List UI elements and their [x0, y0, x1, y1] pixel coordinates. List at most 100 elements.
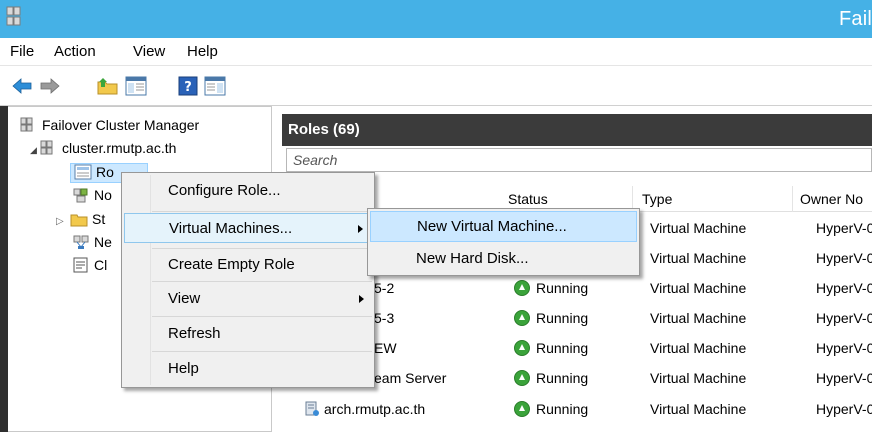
row-status: Running [514, 370, 588, 386]
cluster-app-icon[interactable] [6, 6, 28, 28]
row-name: 5-2 [374, 280, 395, 296]
roles-icon [74, 164, 92, 180]
menu-new-hard-disk[interactable]: New Hard Disk... [370, 244, 637, 274]
tree-cluster-label: cluster.rmutp.ac.th [62, 140, 177, 156]
row-type: Virtual Machine [650, 340, 747, 356]
column-separator[interactable] [792, 186, 793, 212]
menu-separator [152, 351, 372, 352]
menu-help-label: Help [168, 360, 199, 377]
row-status: Running [514, 310, 588, 326]
tree-node-cluster[interactable]: ◢ cluster.rmutp.ac.th [30, 140, 176, 156]
row-name: EW [374, 340, 397, 356]
row-type: Virtual Machine [650, 401, 747, 417]
tree-roles-label: Ro [96, 164, 114, 180]
window-left-edge [0, 106, 8, 432]
toolbar: ? [0, 66, 872, 106]
row-type: Virtual Machine [650, 280, 747, 296]
row-status-label: Running [536, 310, 589, 326]
menu-view[interactable]: View [133, 43, 165, 60]
row-owner: HyperV-0 [816, 280, 872, 296]
search-input[interactable]: Search [286, 148, 872, 172]
cluster-events-icon [73, 257, 88, 273]
running-status-icon [514, 280, 530, 296]
tree-nodes-label: No [94, 187, 112, 203]
help-icon[interactable]: ? [176, 74, 200, 98]
menu-separator [152, 248, 372, 249]
row-status: Running [514, 401, 588, 417]
menu-virtual-machines[interactable]: Virtual Machines... [124, 213, 372, 243]
window-title: Fail [838, 8, 872, 30]
roles-header: Roles (69) [282, 114, 872, 146]
row-type: Virtual Machine [650, 370, 747, 386]
row-name-label: arch.rmutp.ac.th [324, 401, 426, 417]
menu-configure-role[interactable]: Configure Role... [124, 176, 372, 206]
tree-node-nodes[interactable]: No [72, 187, 112, 203]
menu-refresh-label: Refresh [168, 325, 221, 342]
row-status-label: Running [536, 370, 589, 386]
virtual-machines-submenu: New Virtual Machine... New Hard Disk... [367, 208, 640, 276]
collapse-triangle-icon[interactable]: ◢ [30, 145, 40, 156]
show-hide-tree-icon[interactable] [124, 74, 148, 98]
menu-separator [152, 316, 372, 317]
menu-new-virtual-machine[interactable]: New Virtual Machine... [370, 211, 637, 242]
title-bar: Fail [0, 0, 872, 38]
tree-root-failover-cluster-manager[interactable]: Failover Cluster Manager [20, 117, 199, 133]
roles-context-menu: Configure Role... Virtual Machines... Cr… [121, 172, 375, 388]
tree-cluster-events-label: Cl [94, 257, 108, 273]
back-arrow-icon[interactable] [10, 74, 34, 98]
row-owner: HyperV-0 [816, 340, 872, 356]
row-name: 5-3 [374, 310, 395, 326]
table-row[interactable]: arch.rmutp.ac.th Running Virtual Machine… [282, 394, 872, 424]
menu-new-virtual-machine-label: New Virtual Machine... [417, 218, 567, 235]
row-status-label: Running [536, 340, 589, 356]
row-name: arch.rmutp.ac.th [304, 401, 425, 417]
forward-arrow-icon[interactable] [38, 74, 62, 98]
tree-node-networks[interactable]: Ne [72, 234, 112, 250]
tree-node-storage[interactable]: ▷ St [56, 211, 105, 227]
column-type[interactable]: Type [642, 191, 672, 207]
up-folder-icon[interactable] [96, 74, 120, 98]
menu-virtual-machines-label: Virtual Machines... [169, 220, 293, 237]
menu-view[interactable]: View [124, 284, 372, 314]
menu-action[interactable]: Action [54, 43, 96, 60]
nodes-icon [73, 188, 88, 203]
row-name: eam Server [374, 370, 447, 386]
running-status-icon [514, 340, 530, 356]
row-owner: HyperV-0 [816, 310, 872, 326]
tree-root-label: Failover Cluster Manager [42, 117, 200, 133]
row-status-label: Running [536, 280, 589, 296]
column-status[interactable]: Status [508, 191, 548, 207]
expand-triangle-icon[interactable]: ▷ [56, 216, 70, 227]
menu-help[interactable]: Help [187, 43, 218, 60]
networks-icon [73, 235, 89, 249]
tree-storage-label: St [92, 211, 106, 227]
row-type: Virtual Machine [650, 250, 747, 266]
row-owner: HyperV-0 [816, 220, 872, 236]
menu-configure-role-label: Configure Role... [168, 182, 281, 199]
storage-icon [70, 214, 88, 227]
menu-help-item[interactable]: Help [124, 354, 372, 384]
menu-refresh[interactable]: Refresh [124, 319, 372, 349]
svg-text:?: ? [184, 80, 192, 95]
cluster-manager-icon [20, 117, 33, 132]
row-type: Virtual Machine [650, 310, 747, 326]
column-owner-node[interactable]: Owner No [800, 191, 863, 207]
running-status-icon [514, 310, 530, 326]
row-status: Running [514, 280, 588, 296]
row-status-label: Running [536, 401, 589, 417]
menu-create-empty-role[interactable]: Create Empty Role [124, 250, 372, 280]
tree-networks-label: Ne [94, 234, 112, 250]
submenu-arrow-icon [358, 225, 363, 233]
row-owner: HyperV-0 [816, 250, 872, 266]
menu-view-label: View [168, 290, 201, 307]
menu-file[interactable]: File [10, 43, 34, 60]
row-type: Virtual Machine [650, 220, 747, 236]
menu-separator [152, 211, 372, 212]
tree-node-cluster-events[interactable]: Cl [72, 257, 107, 273]
running-status-icon [514, 370, 530, 386]
row-owner: HyperV-0 [816, 370, 872, 386]
menu-create-empty-role-label: Create Empty Role [168, 256, 295, 273]
cluster-icon [40, 140, 53, 155]
row-status: Running [514, 340, 588, 356]
show-hide-action-pane-icon[interactable] [203, 74, 227, 98]
